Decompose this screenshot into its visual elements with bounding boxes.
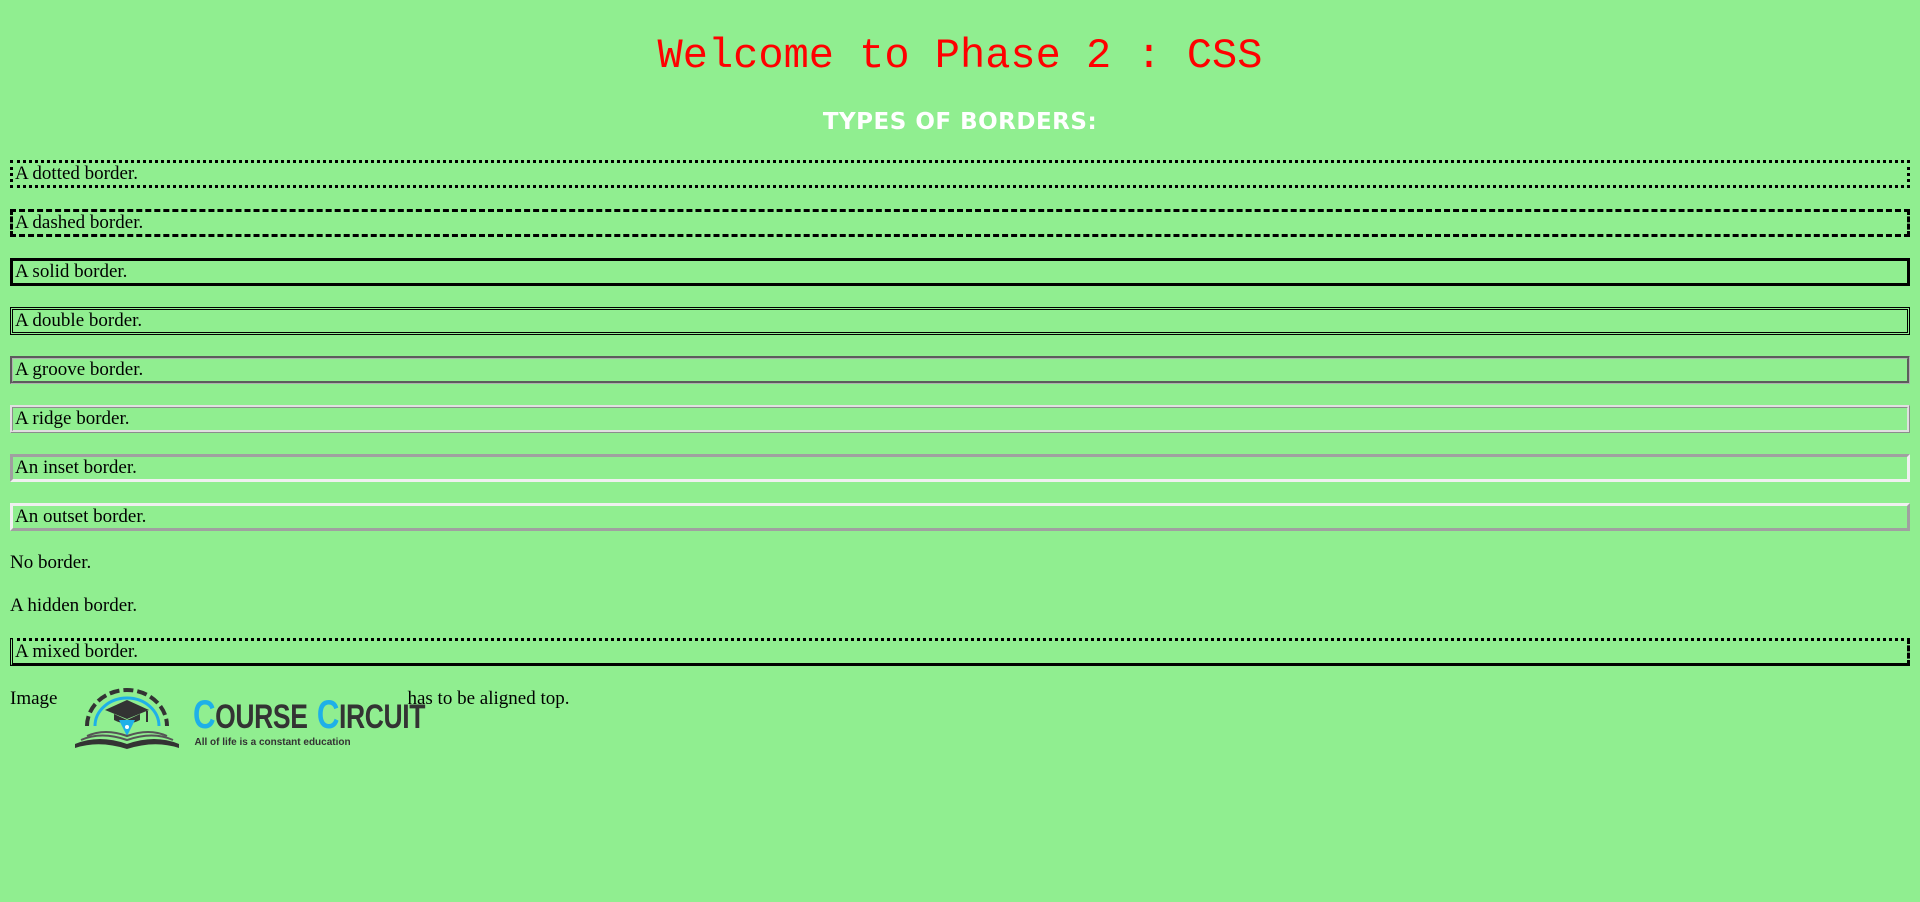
solid-border-box: A solid border.: [10, 258, 1910, 286]
logo-initial-c2: C: [317, 693, 340, 737]
ridge-border-box: A ridge border.: [10, 405, 1910, 433]
image-alignment-row: Image COURSE CIRCUIT All of life is a con…: [10, 686, 569, 752]
outset-border-box: An outset border.: [10, 503, 1910, 531]
page-title: Welcome to Phase 2 : CSS: [657, 32, 1263, 80]
logo-wordmark: COURSE CIRCUIT: [193, 693, 426, 737]
no-border-text: No border.: [10, 552, 92, 573]
section-heading: TYPES OF BORDERS:: [822, 109, 1098, 135]
hidden-border-text: A hidden border.: [10, 595, 138, 616]
logo-word-ircuit: IRCUIT: [339, 698, 426, 736]
mixed-border-box: A mixed border.: [10, 638, 1910, 666]
inset-border-box: An inset border.: [10, 454, 1910, 482]
double-border-box: A double border.: [10, 307, 1910, 335]
dashed-border-box: A dashed border.: [10, 209, 1910, 237]
logo-word-ourse: OURSE: [215, 698, 309, 736]
image-label-after: has to be aligned top.: [407, 688, 570, 709]
logo-initial-c1: C: [193, 693, 216, 737]
image-label-before: Image: [10, 688, 58, 709]
course-circuit-logo: COURSE CIRCUIT All of life is a constant …: [69, 686, 426, 752]
dotted-border-box: A dotted border.: [10, 160, 1910, 188]
groove-border-box: A groove border.: [10, 356, 1910, 384]
open-book-graduation-cap-icon: [75, 688, 180, 749]
logo-tagline: All of life is a constant education: [194, 737, 351, 748]
